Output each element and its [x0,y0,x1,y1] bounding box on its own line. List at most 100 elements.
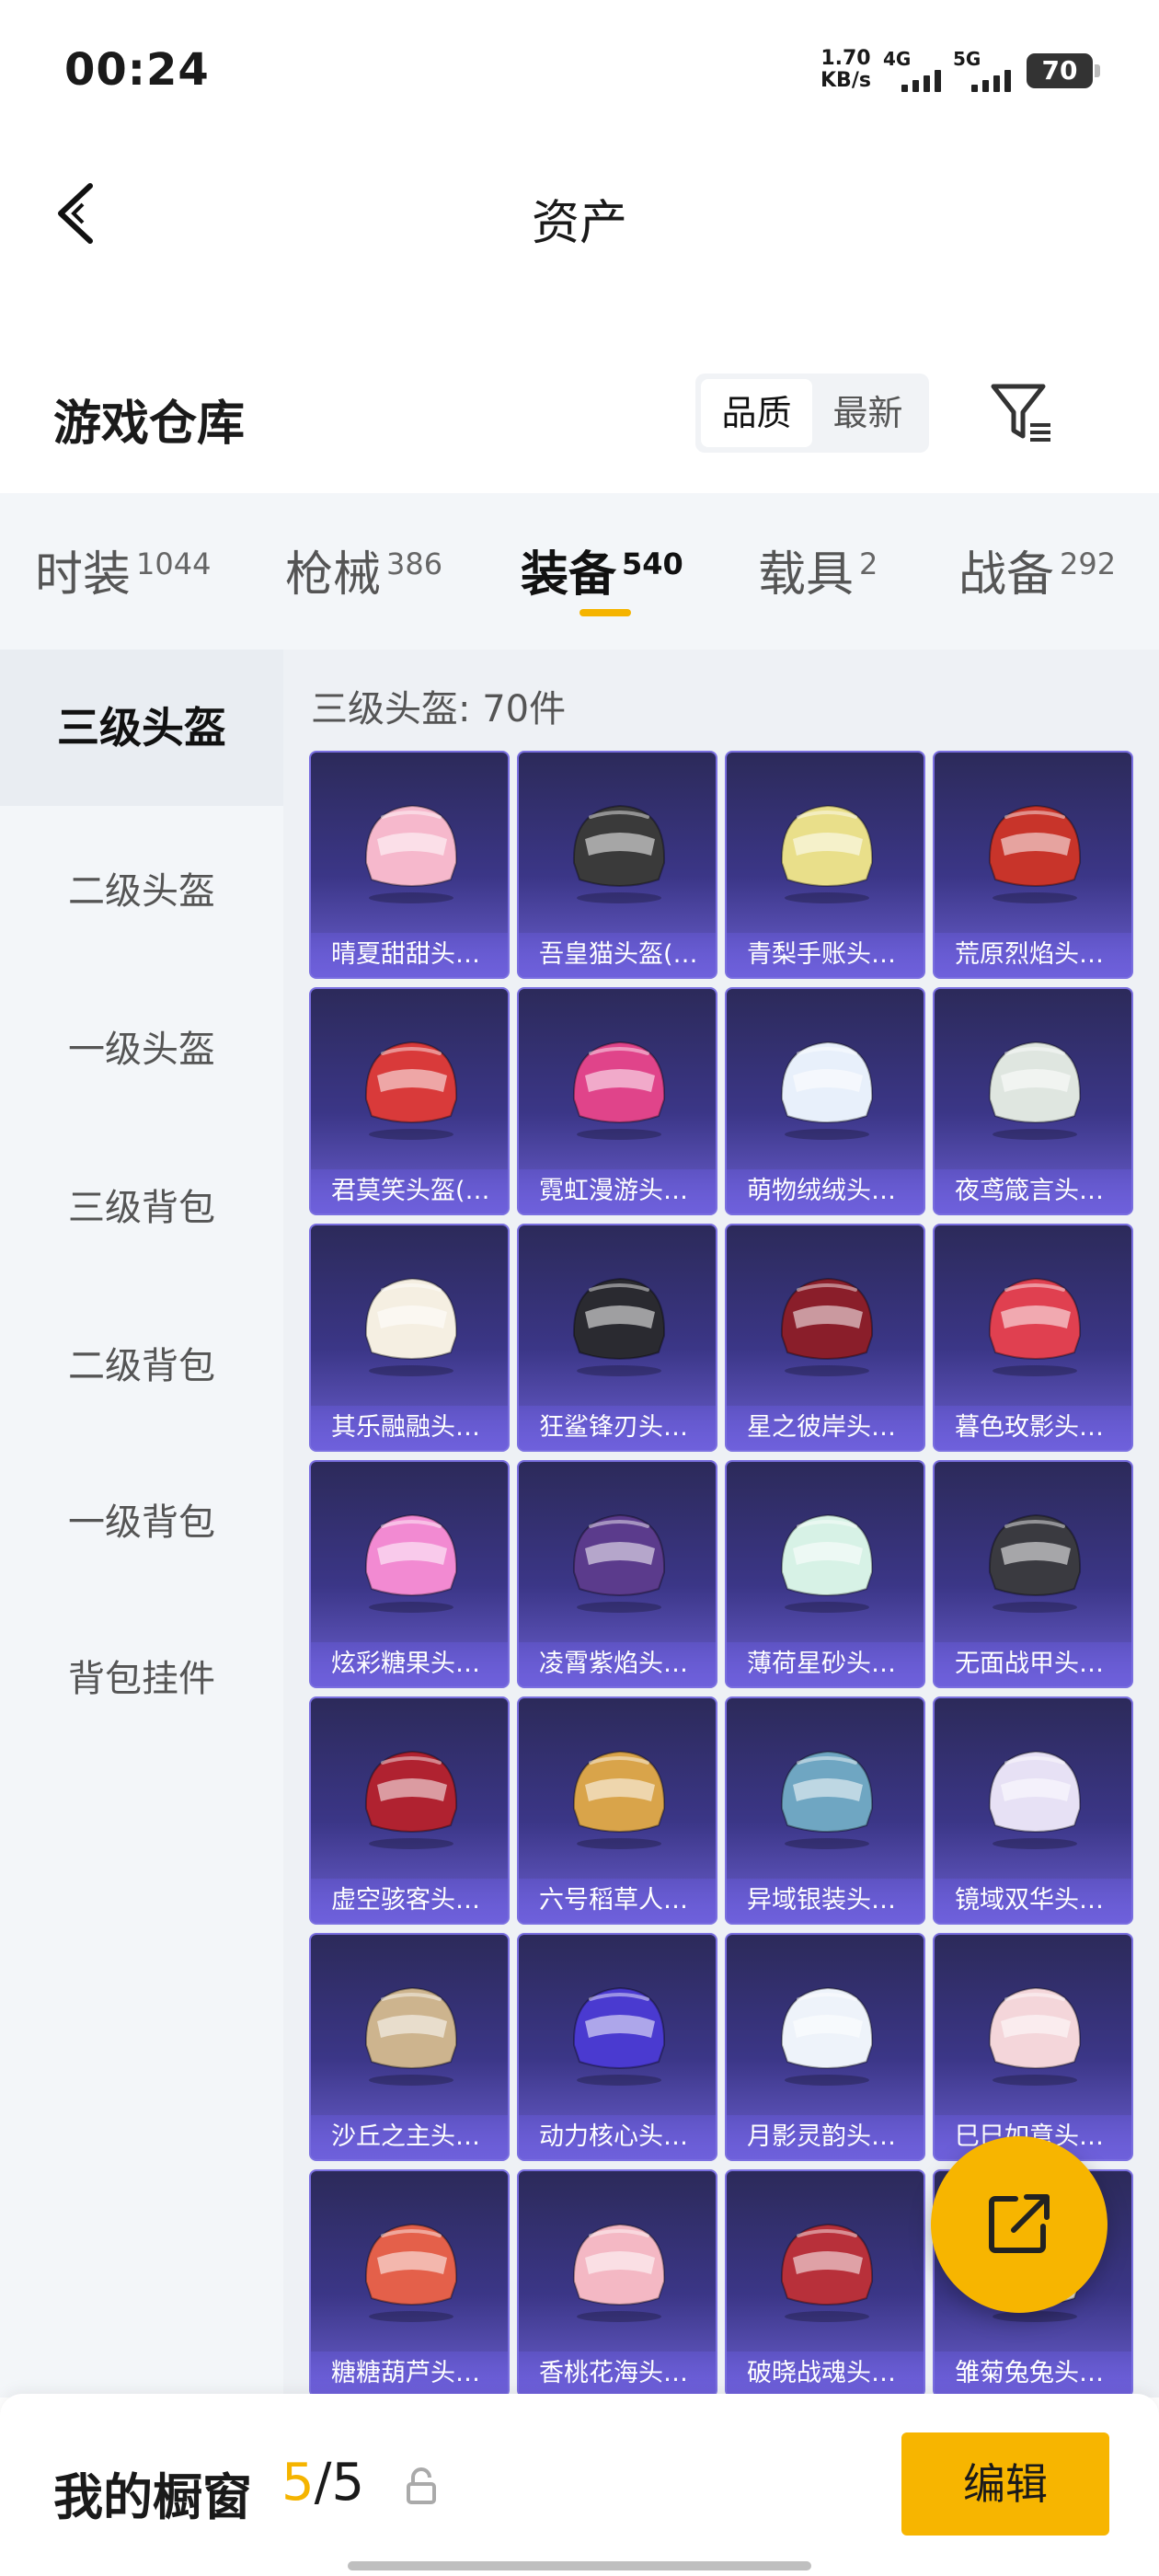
signal-4g-label: 4G [883,48,912,70]
item-card[interactable]: 凌霄紫焰头… [517,1460,717,1688]
item-card[interactable]: 狂鲨锋刃头… [517,1224,717,1452]
tab-equipment[interactable]: 装备 540 [521,535,683,604]
helmet-icon [364,1986,458,2086]
edit-button[interactable]: 编辑 [901,2432,1109,2536]
item-name: 其乐融融头… [311,1406,508,1450]
tab-count: 2 [859,546,878,581]
item-card[interactable]: 吾皇猫头盔(… [517,751,717,979]
lock-icon [407,2467,436,2504]
item-card[interactable]: 萌物绒绒头… [725,987,925,1215]
helmet-icon [572,1041,666,1140]
item-name: 暮色玫影头… [935,1406,1131,1450]
item-name: 荒原烈焰头… [935,933,1131,977]
helmet-icon [780,1041,874,1140]
item-card[interactable]: 糖糖葫芦头… [309,2169,510,2398]
bottom-bar: 我的橱窗 5/5 编辑 [0,2394,1159,2576]
item-card[interactable]: 薄荷星砂头… [725,1460,925,1688]
share-button[interactable] [931,2136,1107,2313]
status-time: 00:24 [64,44,210,96]
item-card[interactable]: 镜域双华头… [933,1696,1133,1925]
item-name: 凌霄紫焰头… [519,1642,716,1686]
item-card[interactable]: 星之彼岸头… [725,1224,925,1452]
helmet-icon [572,804,666,903]
showcase-label: 我的橱窗 [53,2468,252,2526]
helmet-icon [364,2223,458,2322]
showcase-separator: / [314,2453,332,2513]
helmet-icon [780,1750,874,1849]
sort-option-quality[interactable]: 品质 [701,379,812,447]
helmet-icon [572,1750,666,1849]
item-card[interactable]: 六号稻草人… [517,1696,717,1925]
signal-5g-label: 5G [953,48,981,70]
item-card[interactable]: 夜鸢箴言头… [933,987,1133,1215]
item-name: 糖糖葫芦头… [311,2352,508,2396]
tab-count: 386 [386,546,443,581]
item-name: 薄荷星砂头… [727,1642,924,1686]
tab-weapons[interactable]: 枪械 386 [285,535,442,604]
tab-count: 1044 [136,546,212,581]
item-card[interactable]: 月影灵韵头… [725,1933,925,2161]
sort-option-newest[interactable]: 最新 [812,379,924,447]
tab-vehicles[interactable]: 载具 2 [758,535,878,604]
item-card[interactable]: 巳巳如意头… [933,1933,1133,2161]
helmet-icon [572,1986,666,2086]
item-name: 六号稻草人… [519,1879,716,1923]
helmet-icon [364,804,458,903]
sidebar-item-level1-backpack[interactable]: 一级背包 [0,1492,283,1546]
tab-label: 枪械 [285,547,382,603]
home-indicator[interactable] [348,2561,811,2570]
network-speed-value: 1.70 [820,47,871,70]
item-name: 狂鲨锋刃头… [519,1406,716,1450]
helmet-icon [988,1513,1082,1613]
item-card[interactable]: 霓虹漫游头… [517,987,717,1215]
tab-count: 292 [1060,546,1117,581]
item-name: 霓虹漫游头… [519,1169,716,1213]
helmet-icon [364,1750,458,1849]
item-card[interactable]: 无面战甲头… [933,1460,1133,1688]
tab-label: 战备 [958,547,1055,603]
helmet-icon [572,1513,666,1613]
sidebar-item-level1-helmet[interactable]: 一级头盔 [0,1019,283,1073]
item-card[interactable]: 君莫笑头盔(… [309,987,510,1215]
section-title: 三级头盔: 70件 [311,688,567,730]
tab-label: 时装 [35,547,132,603]
tab-label: 装备 [521,547,617,603]
item-card[interactable]: 荒原烈焰头… [933,751,1133,979]
sidebar-item-backpack-pendant[interactable]: 背包挂件 [0,1649,283,1702]
network-speed-unit: KB/s [820,69,871,92]
sidebar-item-level3-backpack[interactable]: 三级背包 [0,1178,283,1231]
item-card[interactable]: 其乐融融头… [309,1224,510,1452]
item-card[interactable]: 炫彩糖果头… [309,1460,510,1688]
helmet-icon [988,1986,1082,2086]
filter-icon[interactable] [988,379,1056,447]
item-card[interactable]: 异域银装头… [725,1696,925,1925]
tab-fashion[interactable]: 时装 1044 [35,535,211,604]
sidebar-item-level3-helmet[interactable]: 三级头盔 [0,650,283,806]
sidebar-item-level2-backpack[interactable]: 二级背包 [0,1336,283,1389]
item-content: 三级头盔: 70件 晴夏甜甜头… 吾皇猫头盔(… 青梨手账头… 荒原烈焰头… 君莫笑头盔… [283,650,1159,2398]
item-name: 晴夏甜甜头… [311,933,508,977]
item-name: 异域银装头… [727,1879,924,1923]
item-card[interactable]: 香桃花海头… [517,2169,717,2398]
item-name: 青梨手账头… [727,933,924,977]
item-card[interactable]: 虚空骇客头… [309,1696,510,1925]
showcase-total: 5 [331,2453,365,2513]
helmet-icon [988,804,1082,903]
item-name: 沙丘之主头… [311,2115,508,2159]
item-card[interactable]: 沙丘之主头… [309,1933,510,2161]
item-card[interactable]: 破晓战魂头… [725,2169,925,2398]
item-name: 破晓战魂头… [727,2352,924,2396]
sidebar-item-level2-helmet[interactable]: 二级头盔 [0,861,283,914]
share-external-icon [989,2194,1050,2253]
item-card[interactable]: 青梨手账头… [725,751,925,979]
page-title: 资产 [531,196,627,251]
item-name: 虚空骇客头… [311,1879,508,1923]
item-card[interactable]: 动力核心头… [517,1933,717,2161]
item-name: 炫彩糖果头… [311,1642,508,1686]
network-speed: 1.70 KB/s [820,48,871,92]
helmet-icon [572,1277,666,1376]
item-card[interactable]: 暮色玫影头… [933,1224,1133,1452]
tab-supplies[interactable]: 战备 292 [958,535,1116,604]
item-name: 无面战甲头… [935,1642,1131,1686]
item-card[interactable]: 晴夏甜甜头… [309,751,510,979]
